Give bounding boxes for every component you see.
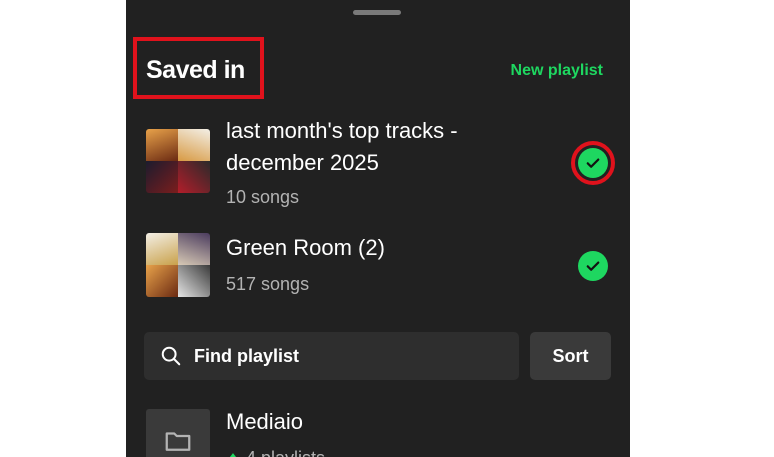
- saved-check-button[interactable]: [578, 148, 608, 178]
- playlist-name: last month's top tracks - december 2025: [226, 115, 458, 179]
- new-playlist-button[interactable]: New playlist: [511, 62, 603, 80]
- folder-name[interactable]: Mediaio: [226, 409, 303, 435]
- sort-button[interactable]: Sort: [530, 332, 611, 380]
- playlist-song-count: 10 songs: [226, 187, 300, 207]
- search-input[interactable]: [192, 344, 496, 368]
- playlist-song-count: 517 songs: [226, 274, 310, 294]
- playlist-cover: [146, 233, 210, 297]
- check-icon: [586, 261, 600, 271]
- highlight-box: [133, 37, 264, 99]
- save-to-playlist-sheet: Saved in New playlist last month's top t…: [126, 0, 630, 457]
- pin-icon: [229, 452, 237, 457]
- saved-check-button[interactable]: [578, 251, 608, 281]
- playlist-name-line: last month's top tracks -: [226, 118, 458, 143]
- playlist-cover: [146, 129, 210, 193]
- folder-cover[interactable]: [146, 409, 210, 457]
- folder-playlist-count: 4 playlists: [246, 448, 325, 457]
- drag-handle[interactable]: [353, 10, 401, 15]
- playlist-name-line: december 2025: [226, 150, 379, 175]
- find-playlist-search[interactable]: [144, 332, 519, 380]
- search-icon: [161, 346, 181, 366]
- folder-meta: 4 playlists: [226, 448, 325, 457]
- playlist-name: Green Room (2): [226, 235, 385, 260]
- check-icon: [586, 158, 600, 168]
- folder-icon: [165, 432, 191, 451]
